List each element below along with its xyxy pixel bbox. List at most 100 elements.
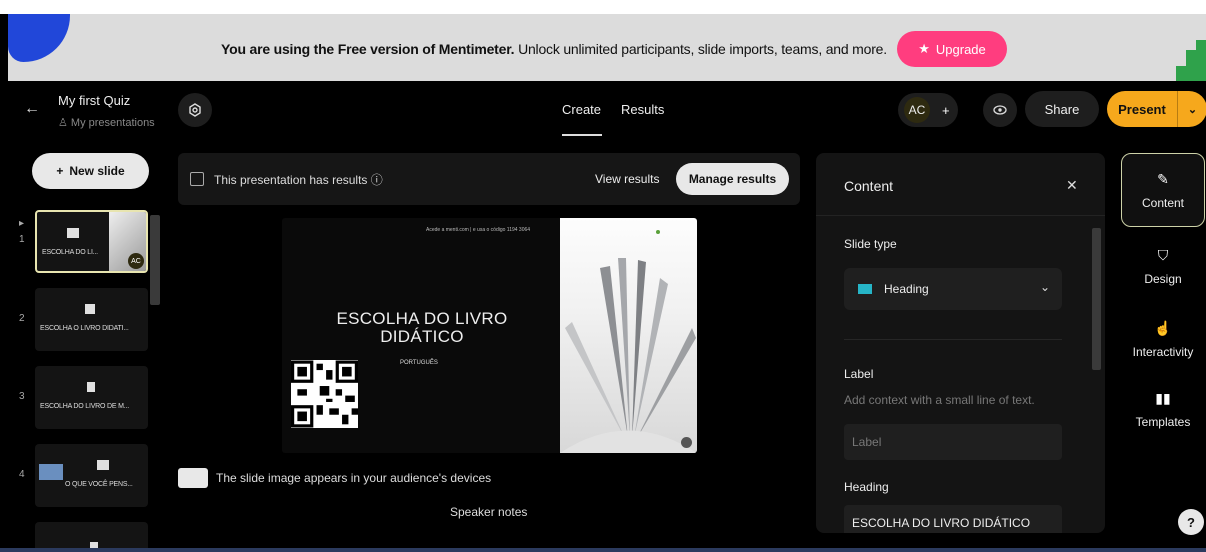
banner-message-rest: Unlock unlimited participants, slide imp…: [514, 41, 887, 57]
pencil-icon: ✎: [1157, 170, 1169, 187]
sidebar-item-interactivity[interactable]: ☝ Interactivity: [1121, 302, 1205, 376]
content-panel: Content ✕ Slide type Heading ⌄ Label Add…: [816, 153, 1105, 533]
sidebar-item-label: Content: [1141, 195, 1185, 210]
heading-input[interactable]: [844, 505, 1062, 533]
star-icon: ★: [918, 41, 930, 56]
heading-icon: [67, 228, 79, 238]
arrow-left-icon[interactable]: ←: [24, 100, 40, 118]
upgrade-banner: You are using the Free version of Mentim…: [8, 14, 1206, 81]
slide-thumbnail-title: ESCOLHA DO LI...: [42, 249, 98, 256]
share-button[interactable]: Share: [1025, 91, 1099, 127]
decorative-green-shape: [1176, 40, 1206, 81]
eye-icon: [993, 105, 1007, 115]
qr-code: [291, 360, 358, 428]
avatar: AC: [128, 253, 144, 269]
help-button[interactable]: ?: [1178, 509, 1204, 535]
slide-number: 1: [19, 234, 25, 245]
divider: [816, 215, 1105, 216]
active-tab-indicator: [562, 134, 602, 136]
speaker-notes[interactable]: Speaker notes: [450, 505, 527, 519]
sidebar-item-label: Design: [1144, 271, 1182, 286]
label-field-title: Label: [844, 367, 874, 381]
label-input[interactable]: [844, 424, 1062, 460]
slide-thumbnail-3[interactable]: ESCOLHA DO LIVRO DE M...: [35, 366, 148, 429]
image-options-icon[interactable]: [681, 437, 692, 448]
results-bar: This presentation has results ⓘ View res…: [178, 153, 800, 205]
slide-thumbnail-1[interactable]: ESCOLHA DO LI... AC: [35, 210, 148, 273]
heading-type-icon: [858, 284, 872, 294]
slide-thumbnail-2[interactable]: ESCOLHA O LIVRO DIDATI...: [35, 288, 148, 351]
sidebar-item-content[interactable]: ✎ Content: [1121, 153, 1205, 227]
word-cloud-icon: [97, 460, 109, 470]
slide-number: 4: [19, 469, 25, 480]
settings-icon: [189, 103, 201, 117]
manage-results-button[interactable]: Manage results: [676, 163, 789, 195]
slide-thumbnail-4[interactable]: O QUE VOCÊ PENS...: [35, 444, 148, 507]
slide-number: 3: [19, 391, 25, 402]
results-message-label: This presentation has results: [214, 173, 368, 187]
breadcrumb[interactable]: ♙ My presentations: [58, 116, 155, 129]
slide-heading: ESCOLHA DO LIVRO DIDÁTICO: [336, 309, 508, 346]
play-marker-icon: ▸: [19, 218, 25, 229]
panel-title: Content: [844, 178, 894, 194]
panel-scrollbar[interactable]: [1092, 228, 1101, 370]
hand-pointer-icon: ☝: [1154, 319, 1172, 336]
banner-message: You are using the Free version of Mentim…: [221, 41, 887, 57]
image-icon: [178, 468, 208, 488]
image-note-text: The slide image appears in your audience…: [216, 471, 492, 485]
image-note: The slide image appears in your audience…: [178, 468, 491, 488]
avatar[interactable]: AC: [904, 97, 930, 123]
slide-thumbnail-title: ESCOLHA DO LIVRO DE M...: [40, 403, 129, 410]
slide-type-label: Slide type: [844, 237, 897, 251]
sidebar-item-templates[interactable]: ▮▮ Templates: [1121, 372, 1205, 446]
settings-button[interactable]: [178, 93, 212, 127]
present-label: Present: [1118, 101, 1166, 117]
chevron-down-icon[interactable]: ⌄: [1178, 103, 1206, 116]
plus-icon: +: [56, 164, 64, 178]
book-image: [560, 218, 697, 453]
thumbnail-image: [39, 464, 63, 480]
book-illustration: [560, 230, 697, 453]
decorative-blob: [8, 14, 70, 62]
slide-preview[interactable]: Acede a menti.com | e usa o código 1194 …: [282, 218, 697, 453]
sidebar-item-label: Templates: [1135, 414, 1191, 429]
paint-roller-icon: ⛉: [1157, 246, 1169, 263]
view-results-button[interactable]: View results: [595, 172, 659, 186]
preview-button[interactable]: [983, 93, 1017, 127]
sidebar-item-design[interactable]: ⛉ Design: [1121, 229, 1205, 303]
label-help-text: Add context with a small line of text.: [844, 393, 1035, 407]
slide-number: 2: [19, 313, 25, 324]
results-message: This presentation has results ⓘ: [214, 171, 383, 188]
tab-create[interactable]: Create: [562, 102, 601, 117]
user-icon: ♙: [58, 117, 71, 129]
slide-type-select[interactable]: Heading ⌄: [844, 268, 1062, 310]
upgrade-label: Upgrade: [935, 41, 986, 57]
top-edge: [0, 0, 1206, 14]
slide-subheading: PORTUGUÊS: [400, 360, 438, 366]
sidebar-item-label: Interactivity: [1132, 344, 1194, 359]
presentation-title[interactable]: My first Quiz: [58, 93, 130, 108]
quiz-icon: [87, 382, 95, 392]
info-icon[interactable]: ⓘ: [371, 173, 383, 187]
close-icon[interactable]: ✕: [1066, 177, 1078, 194]
divider: [844, 339, 1062, 340]
tab-results[interactable]: Results: [621, 102, 664, 117]
slide-type-value: Heading: [884, 282, 929, 296]
join-instructions: Acede a menti.com | e usa o código 1194 …: [426, 227, 531, 233]
bar-chart-icon: [190, 172, 204, 186]
present-button[interactable]: Present ⌄: [1107, 91, 1206, 127]
bottom-edge: [0, 548, 1206, 552]
breadcrumb-label: My presentations: [70, 117, 155, 129]
editor-header: ← My first Quiz ♙ My presentations Creat…: [8, 81, 1206, 139]
slide-thumbnail-title: O QUE VOCÊ PENS...: [65, 481, 133, 488]
banner-message-bold: You are using the Free version of Mentim…: [221, 41, 515, 57]
slides-scrollbar[interactable]: [150, 215, 160, 305]
collaborators[interactable]: AC +: [898, 93, 958, 127]
new-slide-button[interactable]: + New slide: [32, 153, 149, 189]
quiz-icon: [85, 304, 95, 314]
slide-thumbnail-title: ESCOLHA O LIVRO DIDATI...: [40, 325, 129, 332]
add-collaborator-icon[interactable]: +: [942, 103, 950, 118]
templates-icon: ▮▮: [1155, 389, 1171, 406]
chevron-down-icon: ⌄: [1039, 280, 1050, 294]
upgrade-button[interactable]: ★ Upgrade: [897, 31, 1007, 67]
